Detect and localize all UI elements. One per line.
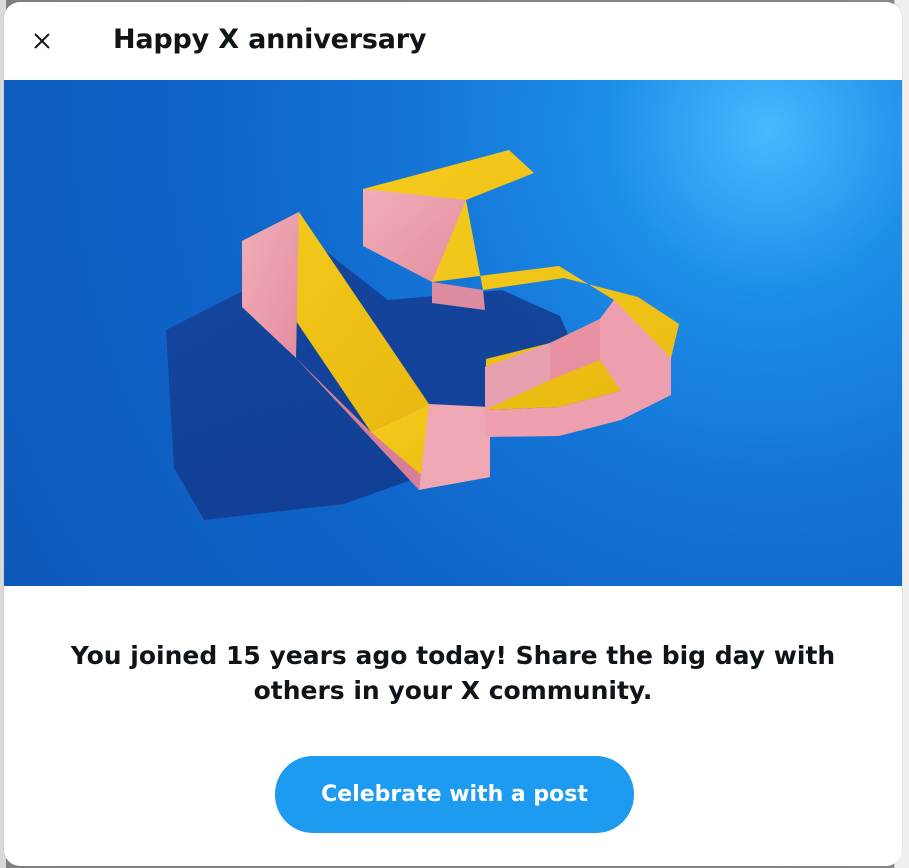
dialog-header: Happy X anniversary	[4, 2, 902, 80]
anniversary-dialog: Happy X anniversary You joined 15 years …	[4, 2, 902, 866]
anniversary-hero-image	[4, 80, 902, 586]
celebrate-with-post-button[interactable]: Celebrate with a post	[275, 756, 634, 833]
close-icon	[34, 33, 50, 49]
close-button[interactable]	[24, 23, 60, 59]
fifteen-illustration	[166, 150, 679, 520]
dialog-title: Happy X anniversary	[113, 24, 427, 55]
anniversary-message: You joined 15 years ago today! Share the…	[70, 641, 836, 705]
